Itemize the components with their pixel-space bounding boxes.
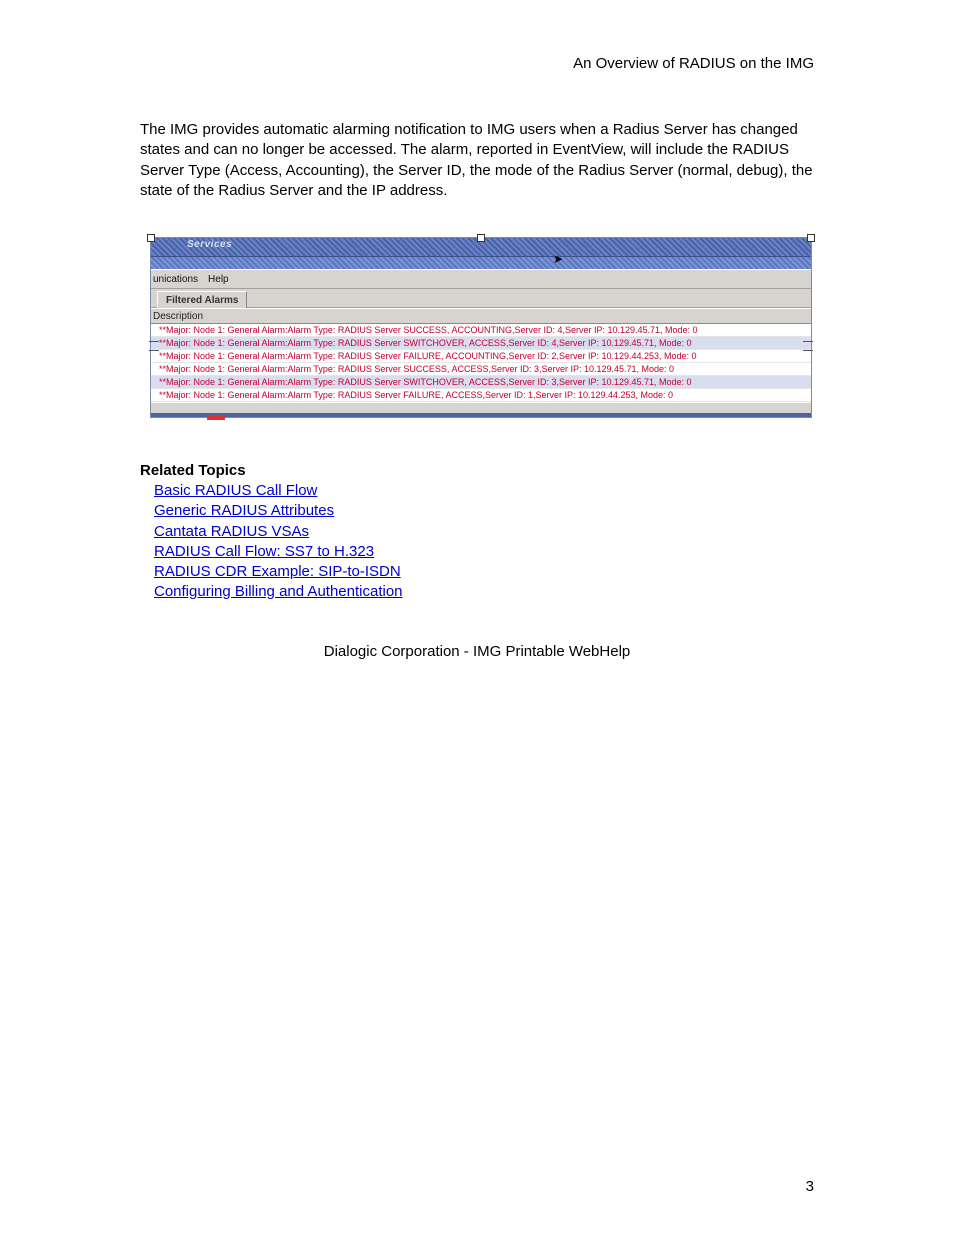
table-row[interactable]: **Major: Node 1: General Alarm:Alarm Typ… [151,350,811,363]
link-basic-radius-call-flow[interactable]: Basic RADIUS Call Flow [154,481,317,501]
link-radius-cdr-sip-isdn[interactable]: RADIUS CDR Example: SIP-to-ISDN [154,562,401,582]
title-bar-spacer [151,256,811,269]
table-row[interactable]: **Major: Node 1: General Alarm:Alarm Typ… [151,389,811,402]
indicator-icon [207,415,225,420]
table-row[interactable]: **Major: Node 1: General Alarm:Alarm Typ… [151,363,811,376]
menu-bar: unications Help [151,269,811,289]
related-topics-heading: Related Topics [140,462,814,479]
resize-handle[interactable] [477,234,485,242]
window-border-bottom [151,413,811,417]
table-row[interactable]: **Major: Node 1: General Alarm:Alarm Typ… [151,324,811,337]
eventview-window: Services ➤ unications Help Filtered Alar… [150,237,812,418]
page-number: 3 [806,1178,814,1195]
window-title-bar[interactable]: Services ➤ [151,238,811,256]
link-radius-call-flow-ss7-h323[interactable]: RADIUS Call Flow: SS7 to H.323 [154,542,374,562]
link-configuring-billing-auth[interactable]: Configuring Billing and Authentication [154,582,403,602]
status-bar [151,402,811,413]
link-generic-radius-attributes[interactable]: Generic RADIUS Attributes [154,501,334,521]
side-marker-icon [149,341,159,351]
column-header-description[interactable]: Description [151,308,811,324]
alarm-rows: **Major: Node 1: General Alarm:Alarm Typ… [151,324,811,402]
menu-item-help[interactable]: Help [208,274,229,285]
tab-filtered-alarms[interactable]: Filtered Alarms [157,291,247,308]
page-header-right: An Overview of RADIUS on the IMG [140,55,814,72]
link-cantata-radius-vsas[interactable]: Cantata RADIUS VSAs [154,522,309,542]
related-topics-section: Related Topics Basic RADIUS Call Flow Ge… [140,462,814,603]
table-row[interactable]: **Major: Node 1: General Alarm:Alarm Typ… [151,337,811,350]
tab-row: Filtered Alarms [151,289,811,308]
resize-handle[interactable] [807,234,815,242]
menu-item-truncated[interactable]: unications [153,274,198,285]
table-row[interactable]: **Major: Node 1: General Alarm:Alarm Typ… [151,376,811,389]
resize-handle[interactable] [147,234,155,242]
window-title-fragment: Services [187,239,232,250]
intro-paragraph: The IMG provides automatic alarming noti… [140,120,814,201]
footer-text: Dialogic Corporation - IMG Printable Web… [140,643,814,660]
side-marker-icon [803,341,813,351]
